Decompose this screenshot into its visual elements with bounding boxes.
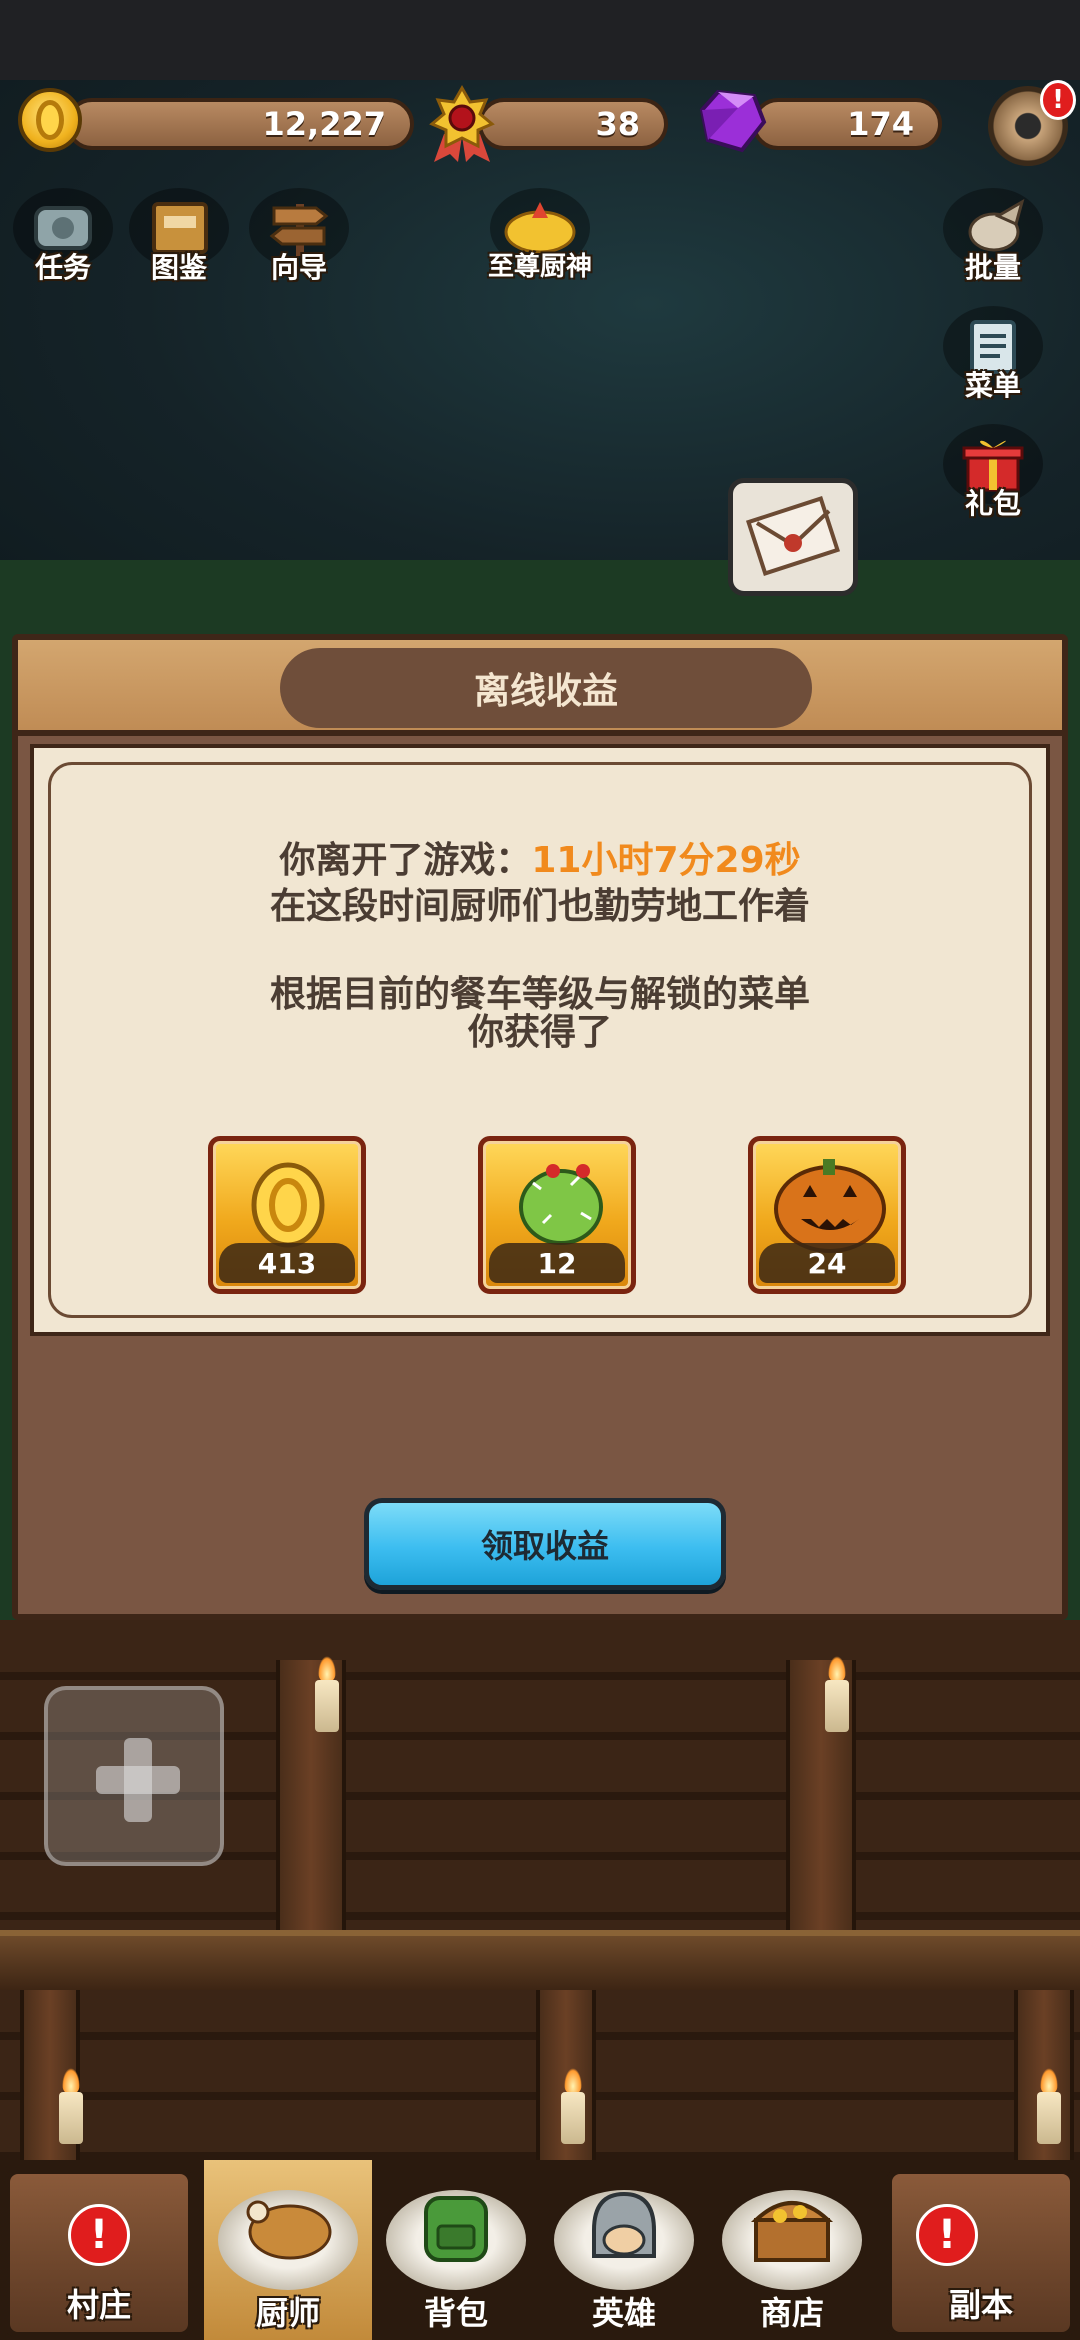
claim-earnings-label: 领取收益: [480, 1527, 609, 1565]
nav-chef-label: 厨师: [255, 2294, 320, 2332]
night-sky-background: [0, 80, 1080, 640]
tasks-label: 任务: [34, 251, 91, 284]
supreme-chef-button[interactable]: 至尊厨神: [478, 188, 602, 298]
envelope-icon: [745, 496, 841, 576]
chefs-working-line: 在这段时间厨师们也勤劳地工作着: [269, 886, 810, 927]
nav-dungeon[interactable]: ! 副本: [886, 2168, 1076, 2338]
coin-icon: [251, 1162, 325, 1248]
mail-bubble-button[interactable]: [728, 478, 858, 596]
candle-icon: [59, 2092, 83, 2144]
gem-counter: 174: [752, 98, 942, 150]
away-prefix: 你离开了游戏：: [279, 840, 532, 881]
dialog-header: 离线收益: [18, 640, 1062, 736]
knight-helmet-icon: [592, 2191, 656, 2258]
gift-button[interactable]: 礼包: [938, 424, 1048, 534]
floor-rail: [0, 1930, 1080, 1990]
roast-chicken-icon: [246, 2200, 332, 2260]
dungeon-alert-badge: !: [916, 2204, 978, 2266]
nav-village[interactable]: ! 村庄: [4, 2168, 194, 2338]
nav-backpack[interactable]: 背包: [372, 2160, 540, 2340]
gem-amount: 174: [847, 105, 914, 143]
reward-count: 413: [219, 1243, 355, 1283]
nav-village-label: 村庄: [66, 2286, 131, 2324]
reward-pumpkin-slot: 24: [748, 1136, 906, 1294]
guide-label: 向导: [270, 251, 327, 284]
coin-icon: [18, 88, 82, 152]
backpack-icon: [424, 2196, 488, 2262]
candle-flame-icon: [564, 2068, 582, 2094]
reward-count: 24: [759, 1243, 895, 1283]
candle-icon: [1037, 2092, 1061, 2144]
candle-icon: [315, 1680, 339, 1732]
nav-dungeon-label: 副本: [948, 2286, 1013, 2324]
bulk-label: 批量: [964, 251, 1021, 284]
add-slot-button[interactable]: [44, 1686, 224, 1866]
nav-shop-label: 商店: [759, 2294, 824, 2332]
medal-amount: 38: [595, 105, 640, 143]
nav-heroes[interactable]: 英雄: [540, 2160, 708, 2340]
nav-chef[interactable]: 厨师: [204, 2160, 372, 2340]
you-got-line: 你获得了: [467, 1012, 612, 1053]
reward-coin-slot: 413: [208, 1136, 366, 1294]
candle-flame-icon: [62, 2068, 80, 2094]
candle-icon: [825, 1680, 849, 1732]
dialog-content-panel: 你离开了游戏：11小时7分29秒 在这段时间厨师们也勤劳地工作着 根据目前的餐车…: [30, 744, 1050, 1336]
treasure-chest-icon: [750, 2201, 834, 2262]
nav-heroes-label: 英雄: [591, 2294, 656, 2332]
nav-shop[interactable]: 商店: [708, 2160, 876, 2340]
candle-flame-icon: [1040, 2068, 1058, 2094]
candle-flame-icon: [318, 1656, 336, 1682]
menu-button[interactable]: 菜单: [938, 306, 1048, 416]
plus-icon: [96, 1738, 180, 1822]
reward-cactus-fruit-slot: 12: [478, 1136, 636, 1294]
village-alert-badge: !: [68, 2204, 130, 2266]
supreme-chef-label: 至尊厨神: [487, 252, 592, 282]
status-bar: [0, 0, 1080, 80]
reward-count: 12: [489, 1243, 625, 1283]
offline-earnings-dialog: 离线收益 你离开了游戏：11小时7分29秒 在这段时间厨师们也勤劳地工作着 根据…: [12, 634, 1068, 1620]
candle-icon: [561, 2092, 585, 2144]
away-time-line: 你离开了游戏：11小时7分29秒: [34, 838, 1046, 884]
menu-label: 菜单: [964, 369, 1021, 402]
catalog-button[interactable]: 图鉴: [124, 188, 234, 298]
guide-button[interactable]: 向导: [244, 188, 354, 298]
dialog-title: 离线收益: [280, 648, 812, 728]
coin-counter: 12,227: [66, 98, 414, 150]
medal-counter: 38: [478, 98, 668, 150]
nav-backpack-label: 背包: [423, 2294, 488, 2332]
bulk-button[interactable]: 批量: [938, 188, 1048, 298]
settings-alert-badge: !: [1040, 80, 1076, 120]
catalog-label: 图鉴: [150, 251, 207, 284]
gem-icon: [699, 89, 767, 153]
away-time-value: 11小时7分29秒: [531, 840, 801, 881]
claim-earnings-button[interactable]: 领取收益: [364, 1498, 726, 1590]
candle-flame-icon: [828, 1656, 846, 1682]
coin-amount: 12,227: [262, 105, 386, 143]
tasks-button[interactable]: 任务: [8, 188, 118, 298]
gift-label: 礼包: [964, 487, 1021, 520]
medal-icon: [429, 84, 495, 162]
